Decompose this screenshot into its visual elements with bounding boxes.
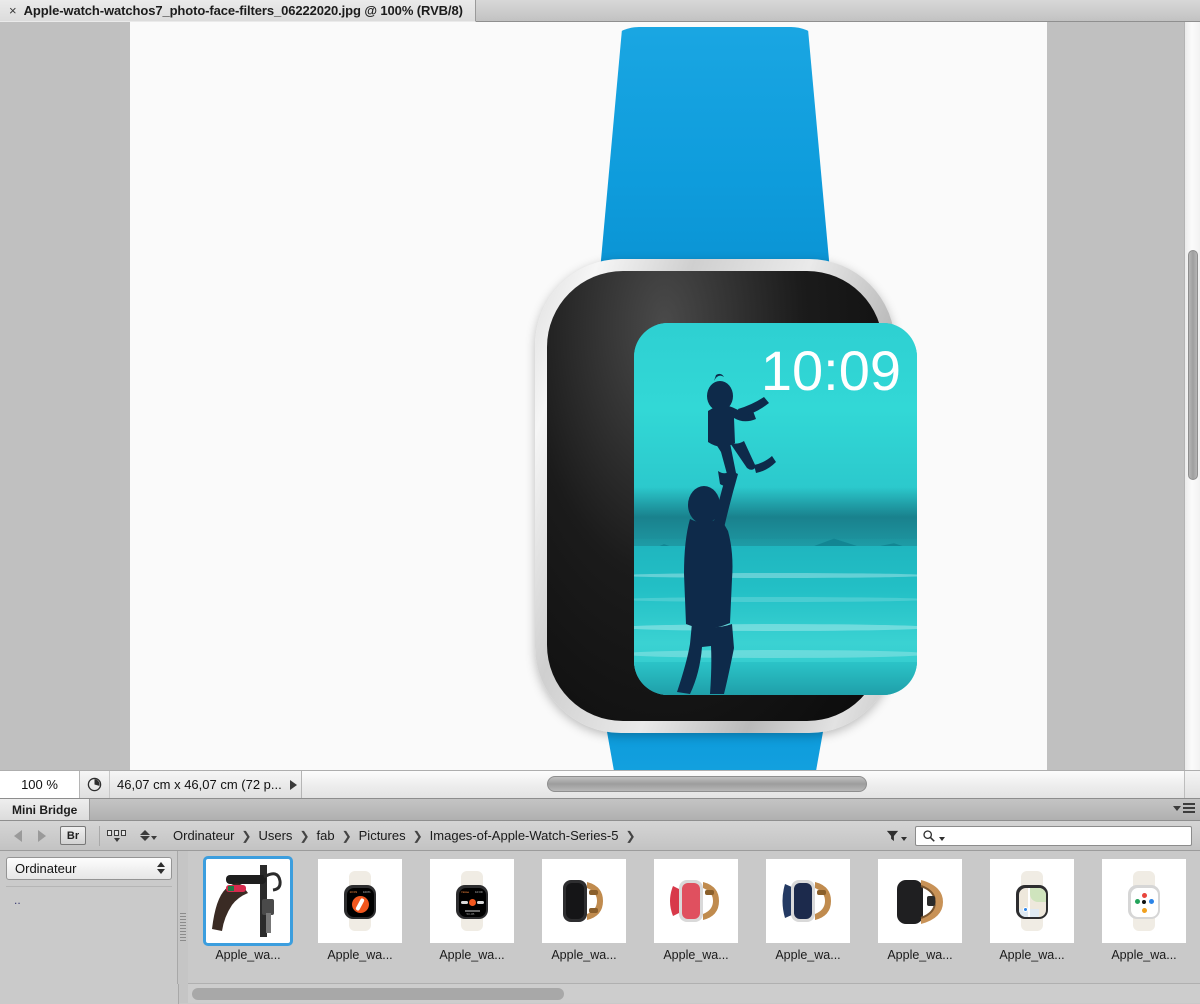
thumbnail-image[interactable] bbox=[878, 859, 962, 943]
zoom-level-input[interactable]: 100 % bbox=[0, 771, 80, 798]
thumbnail-image[interactable] bbox=[766, 859, 850, 943]
search-icon bbox=[923, 829, 935, 842]
thumbnail-list: Apple_wa... 10:09 100% Apple_wa... Noise… bbox=[188, 851, 1200, 962]
thumbnail-image[interactable] bbox=[1102, 859, 1186, 943]
document-size-icon bbox=[80, 771, 110, 798]
thumbnail-label: Apple_wa... bbox=[663, 948, 729, 962]
watch-face-time: 10:09 bbox=[760, 339, 901, 402]
thumbnail-label: Apple_wa... bbox=[327, 948, 393, 962]
thumbnail-label: Apple_wa... bbox=[551, 948, 617, 962]
scrollbar-thumb[interactable] bbox=[192, 988, 564, 1000]
watch-screen: 10:09 bbox=[634, 323, 917, 695]
filmstrip-scrollbar[interactable] bbox=[188, 983, 1200, 1003]
tab-mini-bridge[interactable]: Mini Bridge bbox=[0, 799, 91, 820]
breadcrumb-separator: ❯ bbox=[241, 828, 252, 843]
breadcrumb-item-1[interactable]: Users bbox=[258, 828, 292, 843]
thumbnail-image[interactable] bbox=[990, 859, 1074, 943]
chevron-updown-icon[interactable] bbox=[157, 862, 165, 874]
breadcrumb: Ordinateur ❯ Users ❯ fab ❯ Pictures ❯ Im… bbox=[173, 828, 636, 843]
breadcrumb-separator: ❯ bbox=[412, 828, 423, 843]
thumbnail-label: Apple_wa... bbox=[887, 948, 953, 962]
grid-view-icon[interactable] bbox=[107, 829, 126, 842]
breadcrumb-item-0[interactable]: Ordinateur bbox=[173, 828, 234, 843]
document-tab-bar: × Apple-watch-watchos7_photo-face-filter… bbox=[0, 0, 1200, 22]
breadcrumb-item-2[interactable]: fab bbox=[317, 828, 335, 843]
scrollbar-thumb[interactable] bbox=[1188, 250, 1198, 480]
thumbnail-image[interactable] bbox=[654, 859, 738, 943]
breadcrumb-separator: ❯ bbox=[299, 828, 310, 843]
document-size-text: 46,07 cm x 46,07 cm (72 p... bbox=[117, 777, 282, 792]
location-select[interactable]: Ordinateur bbox=[6, 857, 172, 880]
search-input[interactable] bbox=[915, 825, 1192, 846]
thumbnail-item-3[interactable]: Apple_wa... bbox=[528, 859, 640, 962]
status-bar: 100 % 46,07 cm x 46,07 cm (72 p... bbox=[0, 770, 1200, 798]
panel-menu-icon[interactable] bbox=[1173, 803, 1195, 813]
filter-funnel-icon[interactable] bbox=[885, 828, 907, 843]
thumbnail-image[interactable]: 10:09 100% bbox=[318, 859, 402, 943]
thumbnail-image[interactable] bbox=[542, 859, 626, 943]
watch-glass: 10:09 bbox=[547, 271, 917, 721]
thumbnail-filmstrip[interactable]: Apple_wa... 10:09 100% Apple_wa... Noise… bbox=[188, 851, 1200, 1003]
thumbnail-item-7[interactable]: Apple_wa... bbox=[976, 859, 1088, 962]
breadcrumb-item-4[interactable]: Images-of-Apple-Watch-Series-5 bbox=[430, 828, 619, 843]
mini-bridge-panel: Mini Bridge Br Ordinateur ❯ Users ❯ fab … bbox=[0, 798, 1200, 1004]
location-select-value: Ordinateur bbox=[15, 861, 77, 876]
status-expand-icon[interactable] bbox=[289, 779, 297, 790]
thumbnail-item-6[interactable]: Apple_wa... bbox=[864, 859, 976, 962]
mini-bridge-sidebar: Ordinateur .. bbox=[0, 851, 178, 1003]
open-bridge-button[interactable]: Br bbox=[60, 826, 86, 845]
apple-watch-image: 10:09 bbox=[475, 27, 955, 770]
thumbnail-label: Apple_wa... bbox=[1111, 948, 1177, 962]
canvas-horizontal-scrollbar[interactable] bbox=[301, 771, 1184, 798]
thumbnail-label: Apple_wa... bbox=[215, 948, 281, 962]
close-icon[interactable]: × bbox=[9, 4, 17, 17]
thumbnail-item-2[interactable]: Noise 10:09 50 dB Apple_wa... bbox=[416, 859, 528, 962]
thumbnail-label: Apple_wa... bbox=[999, 948, 1065, 962]
thumbnail-image[interactable] bbox=[203, 856, 293, 946]
document-tab[interactable]: × Apple-watch-watchos7_photo-face-filter… bbox=[0, 0, 476, 22]
mini-bridge-body: Ordinateur .. Apple_wa... 10:09 100% App… bbox=[0, 851, 1200, 1003]
mini-bridge-navbar: Br Ordinateur ❯ Users ❯ fab ❯ Pictures ❯… bbox=[0, 821, 1200, 851]
scrollbar-thumb[interactable] bbox=[546, 776, 867, 792]
mini-bridge-tab-strip: Mini Bridge bbox=[0, 799, 1200, 821]
document-size-field[interactable]: 46,07 cm x 46,07 cm (72 p... bbox=[110, 771, 302, 798]
canvas-vertical-scrollbar[interactable] bbox=[1184, 22, 1200, 770]
panel-splitter[interactable] bbox=[178, 851, 188, 1003]
tab-label: Mini Bridge bbox=[12, 802, 78, 817]
image-canvas[interactable]: 10:09 bbox=[0, 22, 1200, 770]
breadcrumb-separator: ❯ bbox=[341, 828, 352, 843]
thumbnail-item-4[interactable]: Apple_wa... bbox=[640, 859, 752, 962]
back-arrow-icon[interactable] bbox=[6, 821, 30, 851]
thumbnail-item-1[interactable]: 10:09 100% Apple_wa... bbox=[304, 859, 416, 962]
toolbar-divider bbox=[99, 825, 100, 846]
sort-icon[interactable] bbox=[140, 830, 157, 841]
document-title: Apple-watch-watchos7_photo-face-filters_… bbox=[23, 3, 463, 18]
breadcrumb-separator: ❯ bbox=[625, 828, 636, 843]
breadcrumb-item-3[interactable]: Pictures bbox=[359, 828, 406, 843]
thumbnail-item-5[interactable]: Apple_wa... bbox=[752, 859, 864, 962]
thumbnail-image[interactable]: Noise 10:09 50 dB bbox=[430, 859, 514, 943]
scrollbar-corner bbox=[1184, 771, 1200, 798]
folder-list[interactable]: .. bbox=[6, 886, 172, 998]
canvas-artboard: 10:09 bbox=[130, 22, 1047, 770]
thumbnail-label: Apple_wa... bbox=[439, 948, 505, 962]
watch-band-top bbox=[599, 27, 831, 282]
watch-case-group: 10:09 bbox=[487, 259, 943, 733]
sidebar-footer bbox=[0, 984, 179, 1004]
thumbnail-item-0[interactable]: Apple_wa... bbox=[192, 856, 304, 962]
thumbnail-label: Apple_wa... bbox=[775, 948, 841, 962]
thumbnail-item-8[interactable]: Apple_wa... bbox=[1088, 859, 1200, 962]
list-item[interactable]: .. bbox=[14, 893, 172, 907]
forward-arrow-icon[interactable] bbox=[30, 821, 54, 851]
